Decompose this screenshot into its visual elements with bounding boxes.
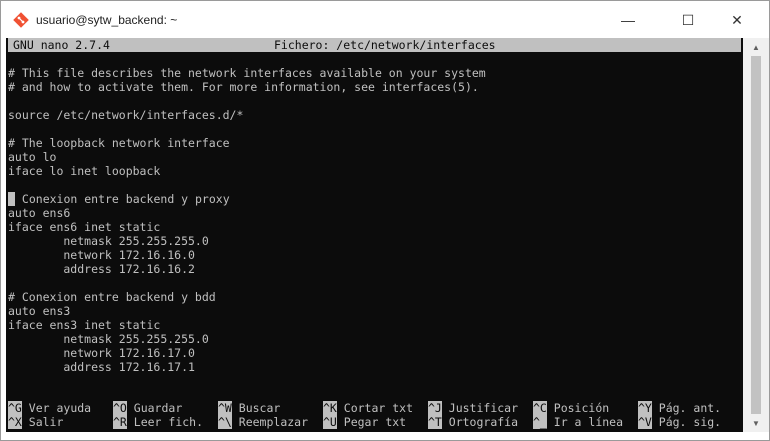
shortcut-label: Buscar bbox=[231, 401, 281, 415]
shortcut-key: ^X bbox=[8, 415, 22, 429]
nano-header-bar: GNU nano 2.7.4 Fichero: /etc/network/int… bbox=[8, 38, 741, 52]
shortcut-label: Reemplazar bbox=[231, 415, 309, 429]
shortcut-item: ^X Salir bbox=[8, 415, 63, 429]
maximize-button[interactable]: ☐ bbox=[665, 5, 711, 35]
shortcut-label: Ver ayuda bbox=[21, 401, 92, 415]
file-line: address 172.16.17.1 bbox=[8, 360, 195, 374]
scroll-down-arrow-icon[interactable]: ▼ bbox=[743, 416, 769, 430]
nano-file-label: Fichero: /etc/network/interfaces bbox=[274, 38, 496, 52]
file-line: address 172.16.16.2 bbox=[8, 262, 195, 276]
shortcut-item: ^U Pegar txt bbox=[323, 415, 406, 429]
file-line: Conexion entre backend y proxy bbox=[8, 192, 230, 206]
shortcut-key: ^R bbox=[113, 415, 127, 429]
shortcut-label: Pág. ant. bbox=[651, 401, 722, 415]
shortcut-item: ^W Buscar bbox=[218, 401, 280, 415]
shortcut-label: Ir a línea bbox=[546, 415, 624, 429]
shortcut-item: ^\ Reemplazar bbox=[218, 415, 308, 429]
file-line: network 172.16.17.0 bbox=[8, 346, 195, 360]
nano-version: GNU nano 2.7.4 bbox=[13, 38, 110, 52]
file-line: # Conexion entre backend y bdd bbox=[8, 290, 216, 304]
file-line: netmask 255.255.255.0 bbox=[8, 332, 209, 346]
shortcut-label: Cortar txt bbox=[336, 401, 414, 415]
shortcut-key: ^G bbox=[8, 401, 22, 415]
close-button[interactable]: ✕ bbox=[714, 5, 760, 35]
file-line: # and how to activate them. For more inf… bbox=[8, 80, 479, 94]
shortcut-key: ^O bbox=[113, 401, 127, 415]
shortcut-item: ^T Ortografía bbox=[428, 415, 518, 429]
shortcut-label: Leer fich. bbox=[126, 415, 204, 429]
file-line: auto ens3 bbox=[8, 304, 71, 318]
shortcut-item: ^K Cortar txt bbox=[323, 401, 413, 415]
shortcut-key: ^T bbox=[428, 415, 442, 429]
shortcut-key: ^U bbox=[323, 415, 337, 429]
file-line: iface ens6 inet static bbox=[8, 220, 161, 234]
shortcut-item: ^R Leer fich. bbox=[113, 415, 203, 429]
file-line: source /etc/network/interfaces.d/* bbox=[8, 108, 244, 122]
file-line: network 172.16.16.0 bbox=[8, 248, 195, 262]
file-line: auto ens6 bbox=[8, 206, 71, 220]
shortcut-item: ^Y Pág. ant. bbox=[638, 401, 721, 415]
shortcut-item: ^_ Ir a línea bbox=[533, 415, 623, 429]
shortcut-item: ^G Ver ayuda bbox=[8, 401, 91, 415]
shortcut-key: ^J bbox=[428, 401, 442, 415]
shortcut-key: ^K bbox=[323, 401, 337, 415]
file-line: iface ens3 inet static bbox=[8, 318, 161, 332]
shortcut-label: Ortografía bbox=[441, 415, 519, 429]
shortcut-item: ^C Posición bbox=[533, 401, 609, 415]
file-line: iface lo inet loopback bbox=[8, 164, 161, 178]
minimize-button[interactable]: — bbox=[605, 5, 651, 35]
shortcut-item: ^V Pág. sig. bbox=[638, 415, 721, 429]
shortcut-label: Pág. sig. bbox=[651, 415, 722, 429]
terminal-window: usuario@sytw_backend: ~ — ☐ ✕ GNU nano 2… bbox=[0, 0, 770, 441]
file-line: # The loopback network interface bbox=[8, 136, 230, 150]
shortcut-label: Posición bbox=[546, 401, 610, 415]
shortcut-label: Justificar bbox=[441, 401, 519, 415]
shortcut-key: ^V bbox=[638, 415, 652, 429]
window-title: usuario@sytw_backend: ~ bbox=[36, 13, 178, 27]
scrollbar-thumb[interactable] bbox=[751, 56, 761, 414]
shortcut-label: Pegar txt bbox=[336, 415, 407, 429]
title-bar[interactable]: usuario@sytw_backend: ~ — ☐ ✕ bbox=[1, 1, 769, 39]
git-diamond-icon bbox=[13, 12, 29, 28]
shortcut-key: ^W bbox=[218, 401, 232, 415]
shortcut-item: ^O Guardar bbox=[113, 401, 182, 415]
shortcut-key: ^C bbox=[533, 401, 547, 415]
file-line: # This file describes the network interf… bbox=[8, 66, 486, 80]
shortcut-key: ^_ bbox=[533, 415, 547, 429]
file-line: netmask 255.255.255.0 bbox=[8, 234, 209, 248]
file-line: auto lo bbox=[8, 150, 57, 164]
terminal-area[interactable]: GNU nano 2.7.4 Fichero: /etc/network/int… bbox=[6, 38, 743, 432]
shortcut-key: ^\ bbox=[218, 415, 232, 429]
vertical-scrollbar[interactable]: ▲ ▼ bbox=[743, 38, 769, 432]
scroll-up-arrow-icon[interactable]: ▲ bbox=[743, 40, 769, 54]
shortcut-item: ^J Justificar bbox=[428, 401, 518, 415]
shortcut-label: Guardar bbox=[126, 401, 183, 415]
shortcut-label: Salir bbox=[21, 415, 64, 429]
text-cursor bbox=[8, 192, 15, 206]
shortcut-key: ^Y bbox=[638, 401, 652, 415]
